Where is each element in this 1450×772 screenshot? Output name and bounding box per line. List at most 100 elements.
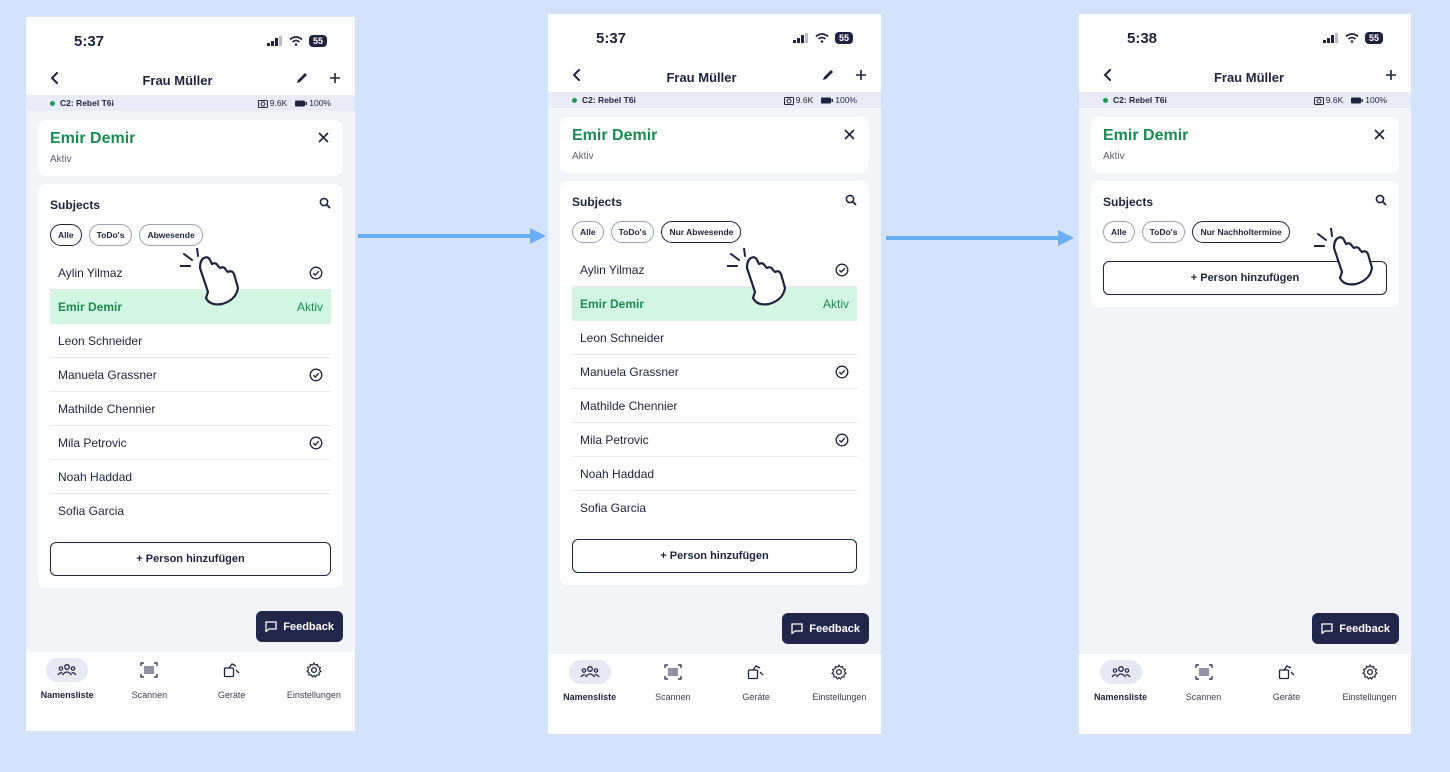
list-item[interactable]: Mathilde Chennier — [50, 392, 331, 426]
tab-label: Namensliste — [40, 690, 94, 700]
filter-chip[interactable]: Nur Nachholtermine — [1192, 221, 1290, 243]
edit-icon[interactable] — [821, 68, 835, 82]
shot-count: 9.6K — [795, 95, 814, 105]
tab-label: Scannen — [131, 690, 168, 700]
back-icon[interactable] — [50, 72, 60, 84]
people-icon — [57, 663, 77, 677]
connected-dot-icon — [50, 100, 55, 106]
tab-label: Geräte — [1272, 692, 1301, 702]
close-button[interactable] — [318, 130, 329, 147]
add-person-button[interactable]: + Person hinzufügen — [50, 542, 331, 576]
battery-indicator: 55 — [1364, 32, 1383, 44]
search-button[interactable] — [845, 193, 857, 211]
tab-devices[interactable]: Geräte — [718, 660, 794, 734]
tab-barcode-scan[interactable]: Scannen — [111, 658, 187, 731]
search-button[interactable] — [319, 196, 331, 214]
list-item[interactable]: Noah Haddad — [50, 460, 331, 494]
filter-chip[interactable]: Nur Abwesende — [661, 221, 742, 243]
tab-label: Geräte — [742, 692, 770, 702]
feedback-button[interactable]: Feedback — [256, 611, 343, 642]
people-icon — [1111, 665, 1131, 679]
list-item[interactable]: Sofia Garcia — [50, 494, 331, 528]
filter-chip[interactable]: Alle — [572, 221, 604, 243]
tab-people[interactable]: Namensliste — [1083, 660, 1159, 734]
close-button[interactable] — [844, 127, 855, 144]
list-item[interactable]: Sofia Garcia — [572, 491, 857, 525]
active-subject-card: Emir Demir Aktiv — [1091, 117, 1399, 173]
check-circle-icon — [309, 266, 323, 280]
subject-name: Noah Haddad — [58, 469, 133, 484]
subject-list: Aylin Yilmaz Emir Demir Aktiv Leon Schneide… — [572, 253, 857, 525]
back-icon[interactable] — [1103, 69, 1113, 81]
feedback-label: Feedback — [809, 622, 860, 635]
filter-chip[interactable]: ToDo's — [1141, 221, 1186, 243]
list-item[interactable]: Manuela Grassner — [572, 355, 857, 389]
back-icon[interactable] — [572, 69, 582, 81]
flow-arrow-1 — [358, 228, 546, 244]
tab-devices[interactable]: Geräte — [194, 658, 270, 731]
page-title: Frau Müller — [1213, 69, 1285, 85]
tab-barcode-scan[interactable]: Scannen — [1166, 660, 1242, 734]
list-item[interactable]: Aylin Yilmaz — [572, 253, 857, 287]
add-person-button[interactable]: + Person hinzufügen — [572, 539, 857, 573]
tab-gear[interactable]: Einstellungen — [801, 660, 877, 734]
close-button[interactable] — [1374, 127, 1385, 144]
back-button[interactable] — [572, 68, 582, 86]
filter-chip[interactable]: Abwesende — [139, 224, 203, 246]
feedback-button[interactable]: Feedback — [1312, 613, 1399, 644]
list-item[interactable]: Manuela Grassner — [50, 358, 331, 392]
list-item[interactable]: Noah Haddad — [572, 457, 857, 491]
shot-count: 9.6K — [269, 98, 288, 108]
tab-devices[interactable]: Geräte — [1249, 660, 1325, 734]
close-icon[interactable] — [318, 132, 329, 143]
signal-icon — [792, 33, 809, 43]
filter-chip[interactable]: Alle — [1103, 221, 1135, 243]
plus-icon[interactable] — [329, 72, 341, 84]
edit-icon[interactable] — [295, 71, 309, 85]
list-item[interactable]: Mila Petrovic — [50, 426, 331, 460]
flow-arrow-2 — [886, 230, 1074, 246]
battery-icon — [295, 100, 308, 107]
search-button[interactable] — [1375, 193, 1387, 211]
add-button[interactable] — [855, 68, 867, 86]
list-item[interactable]: Mathilde Chennier — [572, 389, 857, 423]
tab-gear[interactable]: Einstellungen — [276, 658, 352, 731]
subject-name: Leon Schneider — [580, 330, 665, 345]
filter-chip[interactable]: ToDo's — [88, 224, 133, 246]
feedback-label: Feedback — [1339, 622, 1390, 635]
people-icon — [580, 665, 600, 679]
search-icon[interactable] — [845, 194, 857, 206]
tab-barcode-scan[interactable]: Scannen — [635, 660, 711, 734]
add-button[interactable] — [329, 71, 341, 89]
add-button[interactable] — [1385, 68, 1397, 86]
status-bar: 5:37 55 — [26, 17, 355, 65]
filter-chip[interactable]: Alle — [50, 224, 82, 246]
tab-people[interactable]: Namensliste — [29, 658, 105, 731]
search-icon[interactable] — [319, 197, 331, 209]
search-icon[interactable] — [1375, 194, 1387, 206]
plus-icon[interactable] — [855, 69, 867, 81]
list-item[interactable]: Emir Demir Aktiv — [572, 287, 857, 321]
close-icon[interactable] — [1374, 129, 1385, 140]
camera-icon — [783, 96, 794, 105]
feedback-button[interactable]: Feedback — [782, 613, 869, 644]
status-bar: 5:37 55 — [548, 14, 881, 62]
page-title: Frau Müller — [666, 69, 737, 85]
edit-button[interactable] — [821, 68, 835, 87]
barcode-scan-icon — [140, 662, 158, 678]
edit-button[interactable] — [295, 71, 309, 90]
active-subject-name: Emir Demir — [572, 127, 658, 144]
list-item[interactable]: Leon Schneider — [572, 321, 857, 355]
active-subject-card: Emir Demir Aktiv — [38, 120, 343, 176]
subject-name: Sofia Garcia — [580, 501, 647, 515]
tab-gear[interactable]: Einstellungen — [1332, 660, 1408, 734]
back-button[interactable] — [50, 71, 60, 89]
filter-chip[interactable]: ToDo's — [610, 221, 655, 243]
bottom-tab-bar: Namensliste Scannen Geräte Einstellungen — [26, 652, 355, 731]
tab-people[interactable]: Namensliste — [552, 660, 628, 734]
close-icon[interactable] — [844, 129, 855, 140]
plus-icon[interactable] — [1385, 69, 1397, 81]
list-item[interactable]: Leon Schneider — [50, 324, 331, 358]
list-item[interactable]: Mila Petrovic — [572, 423, 857, 457]
back-button[interactable] — [1103, 68, 1113, 86]
